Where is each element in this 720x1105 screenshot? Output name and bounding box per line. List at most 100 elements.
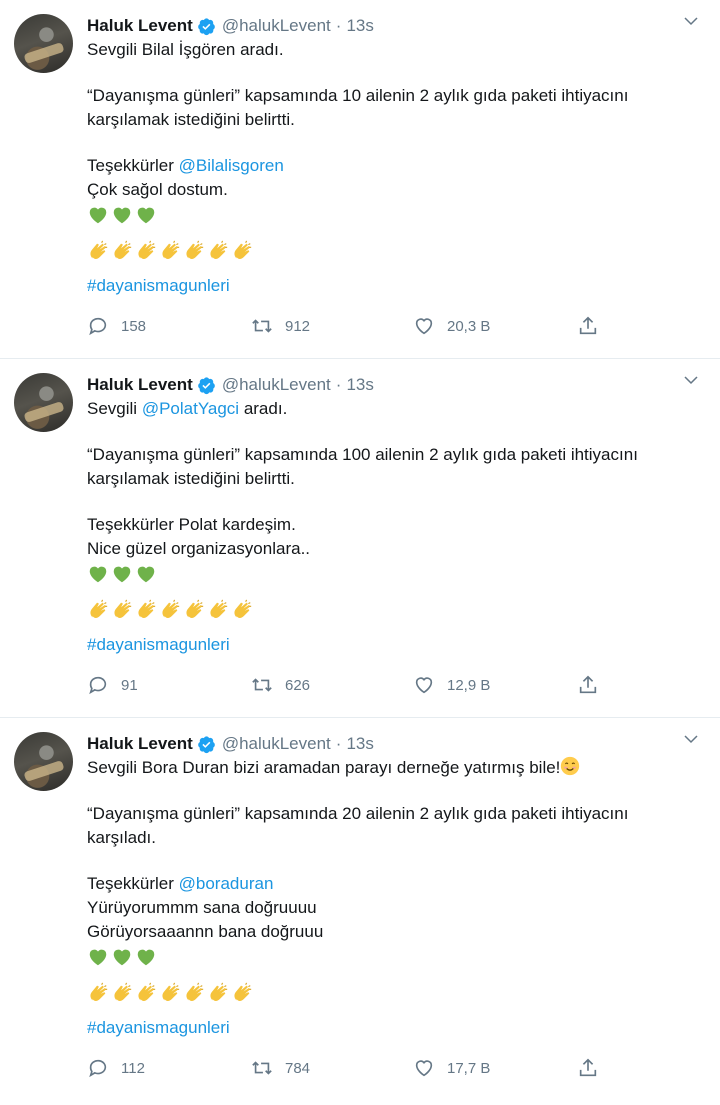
timeline: Haluk Levent @halukLevent · 13s Sevgili …: [0, 0, 720, 1105]
separator: ·: [335, 734, 342, 753]
retweet-button[interactable]: 784: [251, 1056, 310, 1080]
text-line: “Dayanışma günleri” kapsamında 100 ailen…: [87, 445, 638, 464]
clapping-hands-icon: [210, 599, 228, 619]
share-button[interactable]: [577, 673, 611, 697]
reply-count: 112: [121, 1059, 145, 1077]
text-line: Teşekkürler @boraduran: [87, 874, 274, 893]
hashtag-link[interactable]: #dayanismagunleri: [87, 635, 230, 654]
author-name[interactable]: Haluk Levent: [87, 375, 193, 395]
heart-outline-icon: [415, 318, 433, 335]
clapping-hands-icon: [210, 240, 228, 260]
text-line: Teşekkürler Polat kardeşim.: [87, 515, 296, 534]
avatar[interactable]: [14, 14, 73, 73]
green-heart-icon: [89, 566, 107, 583]
like-button[interactable]: 12,9 B: [413, 673, 490, 697]
mention-link[interactable]: @boraduran: [179, 874, 274, 893]
clapping-hands-icon: [162, 599, 180, 619]
text-line: Sevgili Bilal İşgören aradı.: [87, 40, 284, 59]
retweet-count: 784: [285, 1059, 311, 1077]
like-count: 20,3 B: [447, 317, 491, 335]
retweet-button[interactable]: 912: [251, 314, 310, 338]
green-heart-icon: [137, 949, 155, 966]
retweet-icon: [252, 319, 272, 333]
clapping-hands-icon: [234, 240, 252, 260]
tweet-header: Haluk Levent @halukLevent · 13s: [87, 373, 374, 397]
text-line: “Dayanışma günleri” kapsamında 20 aileni…: [87, 804, 629, 823]
tweet-text: Sevgili Bilal İşgören aradı. “Dayanışma …: [87, 38, 702, 298]
avatar[interactable]: [14, 373, 73, 432]
reply-count: 158: [121, 317, 147, 335]
clapping-hands-icon: [138, 982, 156, 1002]
reply-button[interactable]: 158: [87, 314, 146, 338]
claps-row: [87, 238, 702, 264]
author-name[interactable]: Haluk Levent: [87, 734, 193, 754]
like-count: 12,9 B: [447, 676, 491, 694]
share-icon: [579, 316, 597, 335]
timestamp[interactable]: 13s: [346, 375, 373, 395]
avatar[interactable]: [14, 732, 73, 791]
heart-outline-icon: [415, 1060, 433, 1077]
green-heart-icon: [113, 566, 131, 583]
retweet-count: 626: [285, 676, 311, 694]
verified-badge-icon: [198, 735, 215, 753]
retweet-count: 912: [285, 317, 311, 335]
reply-button[interactable]: 112: [87, 1056, 145, 1080]
clapping-hands-icon: [90, 982, 108, 1002]
share-button[interactable]: [577, 1056, 611, 1080]
separator: ·: [335, 16, 342, 35]
clapping-hands-icon: [90, 240, 108, 260]
green-heart-icon: [137, 207, 155, 224]
heart-outline-icon: [415, 677, 433, 694]
chevron-down-icon[interactable]: [682, 12, 700, 30]
mention-link[interactable]: @Bilalisgoren: [179, 156, 284, 175]
retweet-icon: [252, 678, 272, 692]
tweet-1[interactable]: Haluk Levent @halukLevent · 13s Sevgili …: [0, 0, 720, 359]
clapping-hands-icon: [114, 240, 132, 260]
tweet-3[interactable]: Haluk Levent @halukLevent · 13s Sevgili …: [0, 718, 720, 1105]
smiling-face-icon: [561, 756, 580, 776]
clapping-hands-icon: [138, 240, 156, 260]
reply-button[interactable]: 91: [87, 673, 138, 697]
retweet-button[interactable]: 626: [251, 673, 310, 697]
mention-link[interactable]: @PolatYagci: [142, 399, 239, 418]
text-line: Nice güzel organizasyonlara..: [87, 539, 311, 558]
text-line: Teşekkürler @Bilalisgoren: [87, 156, 284, 175]
author-name[interactable]: Haluk Levent: [87, 16, 193, 36]
author-handle[interactable]: @halukLevent: [222, 734, 331, 754]
tweet-2[interactable]: Haluk Levent @halukLevent · 13s Sevgili …: [0, 359, 720, 718]
timestamp[interactable]: 13s: [346, 734, 373, 754]
reply-count: 91: [121, 676, 138, 694]
clapping-hands-icon: [234, 599, 252, 619]
clapping-hands-icon: [186, 982, 204, 1002]
clapping-hands-icon: [114, 982, 132, 1002]
text-line: Sevgili Bora Duran bizi aramadan parayı …: [87, 756, 702, 780]
text-line: Sevgili @PolatYagci aradı.: [87, 399, 288, 418]
clapping-hands-icon: [162, 982, 180, 1002]
like-button[interactable]: 20,3 B: [413, 314, 490, 338]
chevron-down-icon[interactable]: [682, 730, 700, 748]
text-line: karşılamak istediğini belirtti.: [87, 110, 295, 129]
green-heart-icon: [89, 949, 107, 966]
hashtag-link[interactable]: #dayanismagunleri: [87, 276, 230, 295]
timestamp[interactable]: 13s: [346, 16, 373, 36]
hashtag-link[interactable]: #dayanismagunleri: [87, 1018, 230, 1037]
claps-row: [87, 597, 702, 623]
share-icon: [579, 675, 597, 694]
clapping-hands-icon: [90, 599, 108, 619]
separator: ·: [335, 375, 342, 394]
reply-icon: [89, 676, 107, 695]
hearts-row: [87, 944, 702, 970]
share-button[interactable]: [577, 314, 611, 338]
verified-badge-icon: [198, 17, 215, 35]
author-handle[interactable]: @halukLevent: [222, 375, 331, 395]
author-handle[interactable]: @halukLevent: [222, 16, 331, 36]
text-line: Çok sağol dostum.: [87, 180, 228, 199]
reply-icon: [89, 317, 107, 336]
clapping-hands-icon: [186, 240, 204, 260]
like-button[interactable]: 17,7 B: [413, 1056, 490, 1080]
chevron-down-icon[interactable]: [682, 371, 700, 389]
text-line: Yürüyorummm sana doğruuuu: [87, 898, 317, 917]
clapping-hands-icon: [234, 982, 252, 1002]
green-heart-icon: [89, 207, 107, 224]
tweet-text: Sevgili @PolatYagci aradı. “Dayanışma gü…: [87, 397, 702, 657]
